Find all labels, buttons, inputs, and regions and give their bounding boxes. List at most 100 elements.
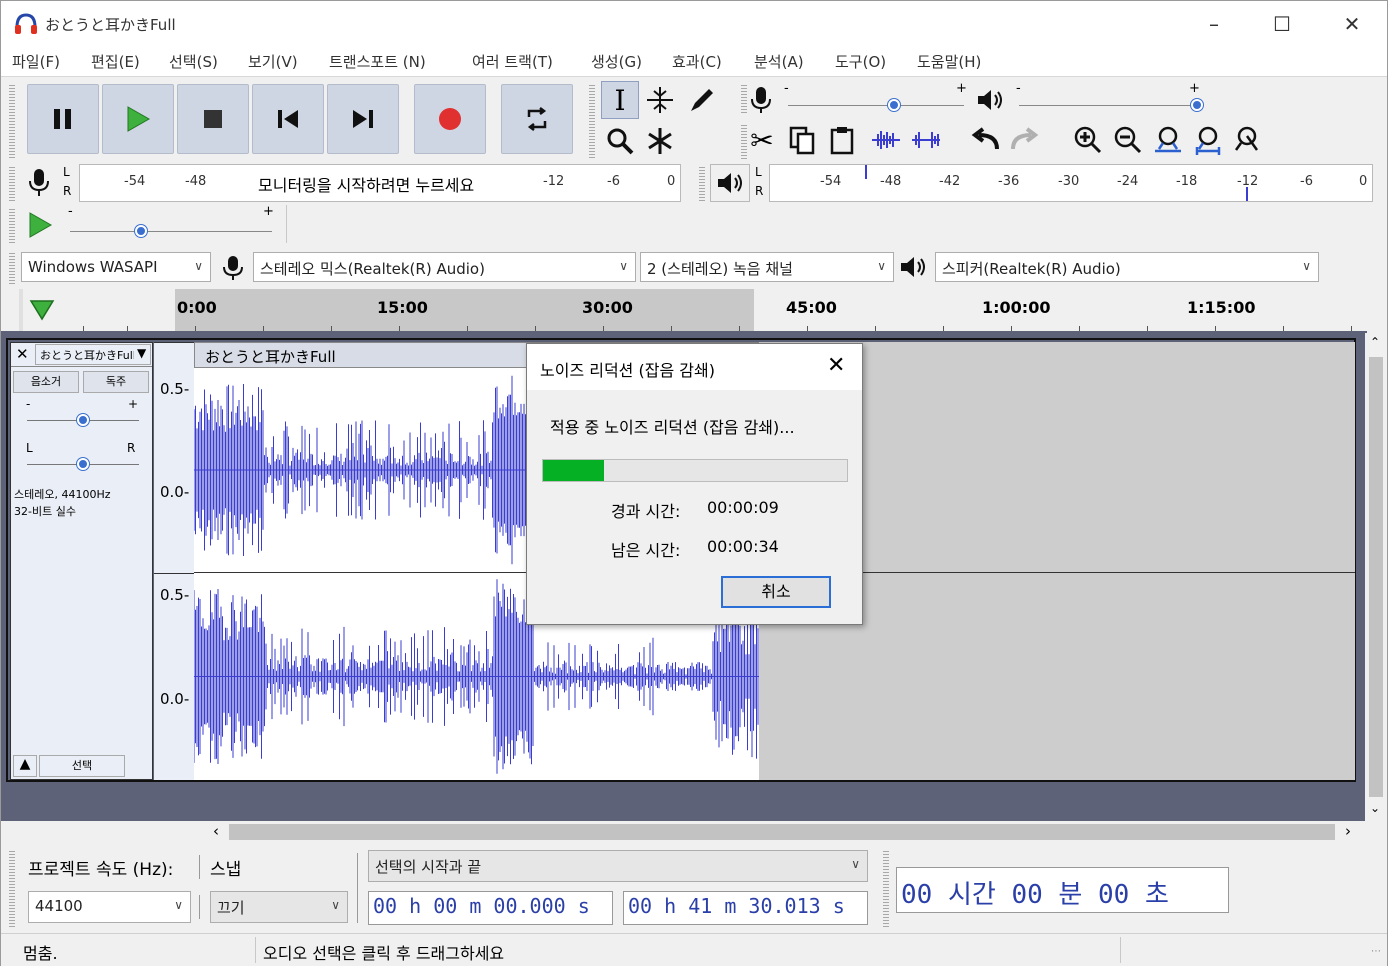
toolbar-grip[interactable] xyxy=(9,83,15,159)
status-divider xyxy=(255,937,256,963)
scroll-down-icon[interactable]: ⌄ xyxy=(1370,801,1380,815)
maximize-button[interactable]: ☐ xyxy=(1259,9,1305,39)
close-window-button[interactable]: ✕ xyxy=(1329,9,1375,39)
menu-transport[interactable]: 트랜스포트 (N) xyxy=(329,51,426,72)
menu-generate[interactable]: 생성(G) xyxy=(591,51,642,72)
play-meter-grip[interactable] xyxy=(699,165,705,203)
playback-volume-thumb[interactable] xyxy=(1191,99,1203,111)
close-track-icon[interactable]: ✕ xyxy=(16,345,29,363)
paste-button[interactable] xyxy=(823,121,861,159)
playback-volume-slider[interactable] xyxy=(1019,105,1197,106)
play-meter-left: L xyxy=(755,165,762,179)
zoom-out-button[interactable] xyxy=(1109,121,1147,159)
input-device-select[interactable]: 스테레오 믹스(Realtek(R) Audio) ∨ xyxy=(253,252,636,282)
redo-button[interactable] xyxy=(1006,121,1044,159)
zoom-tool[interactable] xyxy=(601,122,639,160)
copy-button[interactable] xyxy=(783,121,821,159)
play-icon xyxy=(127,106,151,132)
draw-tool[interactable] xyxy=(683,81,721,119)
resize-grip-icon[interactable]: ⋯ xyxy=(1371,946,1381,957)
menu-help[interactable]: 도움말(H) xyxy=(917,51,981,72)
dialog-close-icon[interactable]: ✕ xyxy=(827,353,845,378)
mixer-grip[interactable] xyxy=(741,83,747,115)
zoom-in-button[interactable] xyxy=(1069,121,1107,159)
menu-analyze[interactable]: 분석(A) xyxy=(754,51,804,72)
menu-select[interactable]: 선택(S) xyxy=(169,51,218,72)
play-meter[interactable]: -54 -48 -42 -36 -30 -24 -18 -12 -6 0 xyxy=(769,164,1373,202)
menu-tools[interactable]: 도구(O) xyxy=(835,51,886,72)
channels-value: 2 (스테레오) 녹음 채널 xyxy=(647,260,793,278)
menu-file[interactable]: 파일(F) xyxy=(12,51,60,72)
time-toolbar-grip[interactable] xyxy=(883,849,889,927)
zoom-toggle-button[interactable] xyxy=(1229,121,1267,159)
scroll-up-icon[interactable]: ⌃ xyxy=(1370,335,1380,349)
play-button[interactable] xyxy=(102,84,174,154)
selection-toolbar-grip[interactable] xyxy=(9,849,15,927)
play-speed-grip[interactable] xyxy=(9,207,15,243)
track-name-menu[interactable]: おとうと耳かきFull ▼ xyxy=(35,344,151,365)
output-device-select[interactable]: 스피커(Realtek(R) Audio) ∨ xyxy=(935,252,1319,282)
trim-button[interactable] xyxy=(867,121,905,159)
mute-button[interactable]: 음소거 xyxy=(13,371,79,393)
fit-project-button[interactable] xyxy=(1189,121,1227,159)
selection-tool[interactable]: I xyxy=(601,81,639,119)
snap-select[interactable]: 끄기 ∨ xyxy=(210,891,348,923)
selection-start-time[interactable]: 00 h 00 m 00.000 s xyxy=(368,891,613,925)
dialog-title: 노이즈 리덕션 (잡음 감쇄) xyxy=(540,361,715,380)
scroll-right-icon[interactable]: › xyxy=(1345,822,1351,840)
audio-position-display[interactable]: 00 시간 00 분 00 초 xyxy=(896,867,1229,913)
stop-button[interactable] xyxy=(177,84,249,154)
play-at-speed-icon[interactable] xyxy=(27,211,53,239)
menu-effect[interactable]: 효과(C) xyxy=(672,51,722,72)
cut-button[interactable]: ✂ xyxy=(743,121,781,159)
multi-tool[interactable] xyxy=(641,122,679,160)
audio-host-select[interactable]: Windows WASAPI ∨ xyxy=(21,252,211,282)
horizontal-scrollbar[interactable]: ‹ › xyxy=(1,821,1367,843)
record-meter[interactable]: -54 -48 모니터링을 시작하려면 누르세요 -12 -6 0 xyxy=(79,164,681,202)
channels-select[interactable]: 2 (스테레오) 녹음 채널 ∨ xyxy=(640,252,894,282)
selection-end-time[interactable]: 00 h 41 m 30.013 s xyxy=(623,891,868,925)
fit-selection-button[interactable] xyxy=(1149,121,1187,159)
pause-button[interactable] xyxy=(27,84,99,154)
record-gain-slider[interactable] xyxy=(788,105,964,106)
device-grip[interactable] xyxy=(9,251,15,285)
menu-tracks[interactable]: 여러 트랙(T) xyxy=(472,51,553,72)
loop-button[interactable] xyxy=(501,84,573,154)
vertical-scrollbar[interactable]: ⌃ ⌄ xyxy=(1365,333,1387,821)
silence-button[interactable] xyxy=(907,121,945,159)
copy-icon xyxy=(789,126,815,155)
select-track-button[interactable]: 선택 xyxy=(39,755,125,777)
play-speed-thumb[interactable] xyxy=(134,225,147,237)
speaker-icon xyxy=(978,90,1002,110)
record-button[interactable] xyxy=(414,84,486,154)
skip-to-start-button[interactable] xyxy=(252,84,324,154)
play-meter-button[interactable] xyxy=(710,164,750,202)
timeline-options-button[interactable] xyxy=(19,289,65,331)
undo-button[interactable] xyxy=(966,121,1004,159)
record-monitor-prompt[interactable]: 모니터링을 시작하려면 누르세요 xyxy=(256,172,477,196)
record-meter-mic-icon[interactable] xyxy=(27,167,51,199)
amplitude-label: 0.0- xyxy=(160,483,190,501)
selection-mode-select[interactable]: 선택의 시작과 끝 ∨ xyxy=(368,850,868,882)
chevron-down-icon: ∨ xyxy=(619,259,628,273)
vertical-scroll-thumb[interactable] xyxy=(1369,357,1383,797)
skip-to-end-button[interactable] xyxy=(327,84,399,154)
pan-thumb[interactable] xyxy=(77,458,89,470)
collapse-track-icon[interactable]: ▲ xyxy=(13,755,37,777)
project-rate-select[interactable]: 44100 ∨ xyxy=(28,891,191,923)
timeline-ruler[interactable]: 0:00 15:00 30:00 45:00 1:00:00 1:15:00 xyxy=(19,289,1355,331)
cancel-button[interactable]: 취소 xyxy=(721,576,831,608)
gain-thumb[interactable] xyxy=(77,414,89,426)
tools-grip[interactable] xyxy=(589,83,595,159)
envelope-tool[interactable] xyxy=(641,81,679,119)
menu-edit[interactable]: 편집(E) xyxy=(91,51,140,72)
solo-button[interactable]: 독주 xyxy=(83,371,149,393)
menu-view[interactable]: 보기(V) xyxy=(248,51,298,72)
horizontal-scroll-thumb[interactable] xyxy=(229,824,1335,840)
menu-bar: 파일(F) 편집(E) 선택(S) 보기(V) 트랜스포트 (N) 여러 트랙(… xyxy=(1,45,1387,77)
record-gain-thumb[interactable] xyxy=(887,99,900,111)
play-speed-slider[interactable] xyxy=(70,231,272,232)
minimize-button[interactable]: – xyxy=(1191,9,1237,39)
record-meter-grip[interactable] xyxy=(9,165,15,203)
scroll-left-icon[interactable]: ‹ xyxy=(213,822,219,840)
